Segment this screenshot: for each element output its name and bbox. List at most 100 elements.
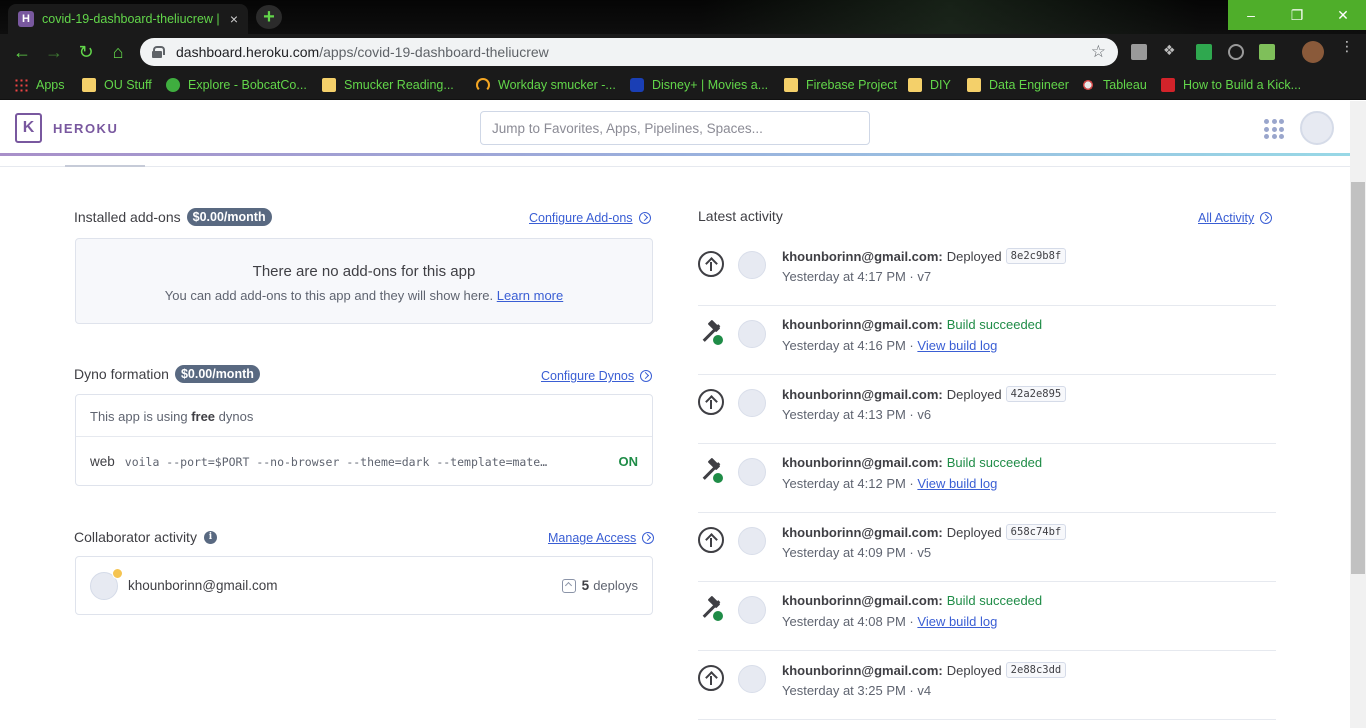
scrollbar-thumb[interactable] xyxy=(1351,182,1365,574)
commit-sha[interactable]: 42a2e895 xyxy=(1005,386,1067,402)
browser-tab-strip: H covid-19-dashboard-theliucrew | Heroku… xyxy=(0,0,1366,34)
bookmark-star-icon[interactable]: ☆ xyxy=(1091,42,1106,62)
header-gradient-bar xyxy=(0,153,1350,156)
activity-time: Yesterday at 4:17 PM · v7 xyxy=(782,269,932,284)
bookmark-link[interactable]: How to Build a Kick... xyxy=(1161,76,1301,94)
back-arrow-icon[interactable]: ← xyxy=(12,42,32,62)
jump-search-input[interactable] xyxy=(480,111,870,145)
arrow-circle-icon xyxy=(642,532,655,544)
bookmark-folder[interactable]: Smucker Reading... xyxy=(322,76,454,94)
activity-item: khounborinn@gmail.com: Deployed 658c74bf Ye… xyxy=(698,513,1276,582)
learn-more-link[interactable]: Learn more xyxy=(497,288,563,303)
bookmark-folder[interactable]: Firebase Project xyxy=(784,76,897,94)
new-tab-button[interactable]: + xyxy=(256,5,282,29)
addons-cost-badge: $0.00/month xyxy=(186,208,272,226)
owner-crown-icon xyxy=(112,567,123,579)
minimize-button[interactable]: – xyxy=(1228,0,1274,30)
dyno-panel: This app is using free dynos web voila -… xyxy=(75,394,653,486)
dyno-cost-badge: $0.00/month xyxy=(174,365,260,383)
close-tab-icon[interactable]: × xyxy=(230,11,238,27)
profile-avatar[interactable] xyxy=(1302,41,1324,63)
workday-icon xyxy=(476,78,490,92)
reload-icon[interactable]: ↻ xyxy=(76,42,96,62)
activity-meta: Yesterday at 4:09 PM · v5 xyxy=(782,545,931,560)
activity-meta: Yesterday at 3:25 PM · v4 xyxy=(782,683,931,698)
home-icon[interactable]: ⌂ xyxy=(108,42,128,62)
all-activity-link[interactable]: All Activity xyxy=(1198,211,1273,225)
arrow-circle-icon xyxy=(1260,212,1273,224)
activity-summary: khounborinn@gmail.com: Build succeeded xyxy=(782,593,1042,608)
heroku-logo[interactable]: K xyxy=(15,113,42,143)
view-build-log-link[interactable]: View build log xyxy=(917,476,997,491)
theme-decoration xyxy=(700,0,1200,34)
collaborator-row: khounborinn@gmail.com 5 deploys xyxy=(75,556,653,615)
folder-icon xyxy=(82,78,96,92)
apps-grid-icon xyxy=(14,78,28,92)
activity-time: Yesterday at 3:25 PM · v4 xyxy=(782,683,932,698)
activity-summary: khounborinn@gmail.com: Build succeeded xyxy=(782,455,1042,470)
activity-time: Yesterday at 4:12 PM · xyxy=(782,476,914,491)
browser-tab[interactable]: H covid-19-dashboard-theliucrew | Heroku… xyxy=(8,4,248,34)
headphones-icon[interactable] xyxy=(1228,44,1244,60)
heroku-wordmark[interactable]: HEROKU xyxy=(53,121,118,136)
dyno-command: voila --port=$PORT --no-browser --theme=… xyxy=(124,454,553,469)
configure-addons-link[interactable]: Configure Add-ons xyxy=(529,211,651,225)
deploy-arrow-icon xyxy=(698,251,724,277)
forward-arrow-icon[interactable]: → xyxy=(44,42,64,62)
activity-item: khounborinn@gmail.com: Deployed 2e88c3dd Ye… xyxy=(698,651,1276,720)
activity-summary: khounborinn@gmail.com: Deployed 8e2c9b8f xyxy=(782,248,1067,264)
commit-sha[interactable]: 2e88c3dd xyxy=(1005,662,1067,678)
bookmark-folder[interactable]: DIY xyxy=(908,76,951,94)
restore-button[interactable]: ❐ xyxy=(1274,0,1320,30)
url-text: dashboard.heroku.com/apps/covid-19-dashb… xyxy=(176,44,549,60)
dropbox-icon[interactable]: ❖ xyxy=(1163,42,1179,58)
app-switcher-grid-icon[interactable] xyxy=(1264,119,1284,139)
addons-title: Installed add-ons xyxy=(74,209,181,225)
activity-user: khounborinn@gmail.com: xyxy=(782,593,943,608)
success-check-icon xyxy=(712,334,724,346)
menu-dots-icon[interactable]: ⋮ xyxy=(1340,39,1354,61)
bookmark-folder[interactable]: Data Engineer xyxy=(967,76,1069,94)
manage-access-link[interactable]: Manage Access xyxy=(548,531,655,545)
activity-summary: khounborinn@gmail.com: Build succeeded xyxy=(782,317,1042,332)
activity-action: Build succeeded xyxy=(946,317,1043,332)
activity-avatar xyxy=(738,596,766,624)
activity-summary: khounborinn@gmail.com: Deployed 42a2e895 xyxy=(782,386,1067,402)
info-icon[interactable]: i xyxy=(203,530,217,544)
folder-icon xyxy=(322,78,336,92)
bookmark-link[interactable]: Workday smucker -... xyxy=(476,76,616,94)
folder-icon xyxy=(908,78,922,92)
bookmark-link[interactable]: Explore - BobcatCo... xyxy=(166,76,307,94)
view-build-log-link[interactable]: View build log xyxy=(917,614,997,629)
extension-w-icon[interactable] xyxy=(1131,44,1147,60)
lock-icon xyxy=(152,46,165,58)
extension-green-icon[interactable] xyxy=(1259,44,1275,60)
user-avatar[interactable] xyxy=(1300,111,1334,145)
bookmark-link[interactable]: Disney+ | Movies a... xyxy=(630,76,768,94)
activity-action: Deployed xyxy=(946,524,1002,540)
activity-action: Deployed xyxy=(946,662,1002,678)
view-build-log-link[interactable]: View build log xyxy=(917,338,997,353)
configure-dynos-link[interactable]: Configure Dynos xyxy=(541,369,653,383)
close-window-button[interactable]: ✕ xyxy=(1320,0,1366,30)
activity-avatar xyxy=(738,251,766,279)
tab-title: covid-19-dashboard-theliucrew | Heroku xyxy=(42,12,222,26)
address-bar[interactable]: dashboard.heroku.com/apps/covid-19-dashb… xyxy=(140,38,1118,66)
activity-item: khounborinn@gmail.com: Build succeeded Yes… xyxy=(698,306,1276,375)
activity-user: khounborinn@gmail.com: xyxy=(782,317,943,332)
activity-meta: Yesterday at 4:17 PM · v7 xyxy=(782,269,931,284)
success-check-icon xyxy=(712,610,724,622)
activity-time: Yesterday at 4:16 PM · xyxy=(782,338,914,353)
build-hammer-icon xyxy=(698,320,724,346)
commit-sha[interactable]: 658c74bf xyxy=(1005,524,1067,540)
bookmark-apps[interactable]: Apps xyxy=(14,76,65,94)
checkmark-extension-icon[interactable] xyxy=(1196,44,1212,60)
bookmark-link[interactable]: Tableau xyxy=(1081,76,1147,94)
dyno-row-web[interactable]: web voila --port=$PORT --no-browser --th… xyxy=(76,437,652,486)
bobcat-icon xyxy=(166,78,180,92)
addons-heading: Installed add-ons $0.00/month xyxy=(74,208,272,226)
activity-action: Deployed xyxy=(946,248,1002,264)
commit-sha[interactable]: 8e2c9b8f xyxy=(1005,248,1067,264)
success-check-icon xyxy=(712,472,724,484)
bookmark-folder[interactable]: OU Stuff xyxy=(82,76,152,94)
